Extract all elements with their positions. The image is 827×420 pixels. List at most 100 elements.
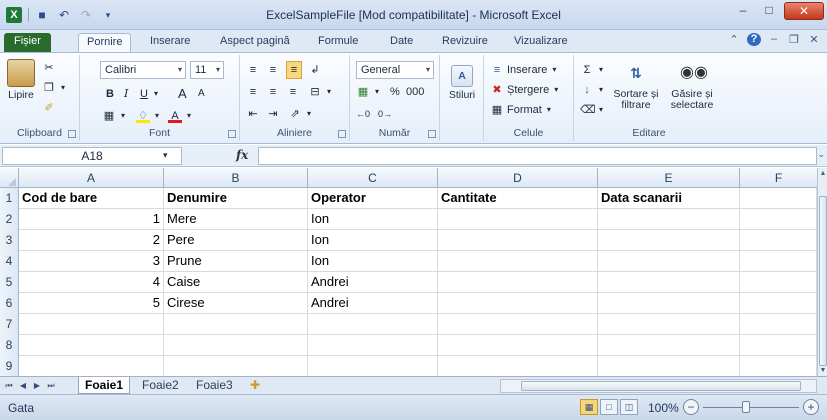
increase-decimal-button[interactable]: ←0	[356, 105, 370, 123]
cell-a5[interactable]: 4	[19, 272, 164, 293]
bold-button[interactable]: B	[106, 85, 114, 103]
sort-filter-button[interactable]: ⇅ Sortare și filtrare	[608, 59, 664, 111]
cell-e7[interactable]	[598, 314, 740, 335]
borders-button[interactable]: ▦ ▾	[102, 107, 127, 125]
dialog-launcher-icon[interactable]	[428, 130, 436, 138]
chevron-down-icon[interactable]: ▾	[163, 147, 168, 163]
workbook-restore-icon[interactable]: ❐	[787, 33, 801, 46]
clear-button[interactable]: ⌫ ▾	[580, 101, 605, 119]
zoom-slider[interactable]	[703, 407, 799, 408]
find-select-button[interactable]: ◉◉ Găsire și selectare	[664, 59, 720, 111]
align-left-button[interactable]: ≡	[246, 83, 260, 101]
cell-a1[interactable]: Cod de bare	[19, 188, 164, 209]
number-format-select[interactable]: General ▾	[356, 61, 434, 79]
prev-sheet-icon[interactable]: ◀	[18, 379, 28, 393]
horizontal-scroll-thumb[interactable]	[521, 381, 801, 391]
scroll-up-icon[interactable]: ▲	[818, 170, 827, 177]
cell-a9[interactable]	[19, 356, 164, 376]
format-cells-button[interactable]: ▦ Format ▾	[490, 101, 553, 119]
dialog-launcher-icon[interactable]	[68, 130, 76, 138]
row-header[interactable]: 8	[0, 335, 19, 356]
font-name-select[interactable]: Calibri ▾	[100, 61, 186, 79]
cell-c2[interactable]: Ion	[308, 209, 438, 230]
tab-formulas[interactable]: Formule	[310, 33, 366, 52]
next-sheet-icon[interactable]: ▶	[32, 379, 42, 393]
dialog-launcher-icon[interactable]	[228, 130, 236, 138]
delete-cells-button[interactable]: ✖ Ștergere ▾	[490, 81, 560, 99]
cell-d8[interactable]	[438, 335, 598, 356]
zoom-level[interactable]: 100%	[648, 401, 679, 415]
cell-c7[interactable]	[308, 314, 438, 335]
cell-b1[interactable]: Denumire	[164, 188, 308, 209]
cell-d3[interactable]	[438, 230, 598, 251]
sheet-tab-foaie1[interactable]: Foaie1	[78, 377, 131, 394]
sheet-tab-foaie2[interactable]: Foaie2	[136, 377, 185, 394]
cell-c8[interactable]	[308, 335, 438, 356]
cell-a3[interactable]: 2	[19, 230, 164, 251]
cell-b3[interactable]: Pere	[164, 230, 308, 251]
normal-view-icon[interactable]: ▦	[580, 399, 598, 415]
cell-d7[interactable]	[438, 314, 598, 335]
cell-a7[interactable]	[19, 314, 164, 335]
sheet-tab-foaie3[interactable]: Foaie3	[190, 377, 239, 394]
cell-d5[interactable]	[438, 272, 598, 293]
column-header-c[interactable]: C	[308, 168, 438, 188]
cell-f6[interactable]	[740, 293, 817, 314]
tab-view[interactable]: Vizualizare	[506, 33, 576, 52]
cell-f9[interactable]	[740, 356, 817, 376]
cell-e6[interactable]	[598, 293, 740, 314]
cell-d9[interactable]	[438, 356, 598, 376]
cell-a2[interactable]: 1	[19, 209, 164, 230]
vertical-scrollbar[interactable]: ▲ ▼	[817, 168, 827, 376]
autosum-button[interactable]: Σ ▾	[580, 61, 605, 79]
row-header[interactable]: 9	[0, 356, 19, 376]
tab-review[interactable]: Revizuire	[434, 33, 496, 52]
select-all-button[interactable]	[0, 168, 19, 188]
column-header-d[interactable]: D	[438, 168, 598, 188]
cell-e1[interactable]: Data scanarii	[598, 188, 740, 209]
minimize-button[interactable]: –	[730, 2, 756, 20]
dialog-launcher-icon[interactable]	[338, 130, 346, 138]
grow-font-button[interactable]: A	[178, 85, 187, 103]
increase-indent-button[interactable]: ⇥	[266, 105, 280, 123]
cell-b8[interactable]	[164, 335, 308, 356]
fill-color-button[interactable]: ♢ ▾	[136, 107, 161, 125]
paste-button[interactable]: Lipire	[4, 59, 38, 101]
font-size-select[interactable]: 11 ▾	[190, 61, 224, 79]
minimize-ribbon-icon[interactable]: ⌃	[727, 33, 741, 46]
cell-f2[interactable]	[740, 209, 817, 230]
tab-home[interactable]: Pornire	[78, 33, 132, 52]
cell-e8[interactable]	[598, 335, 740, 356]
cell-d1[interactable]: Cantitate	[438, 188, 598, 209]
cell-c5[interactable]: Andrei	[308, 272, 438, 293]
page-break-view-icon[interactable]: ◫	[620, 399, 638, 415]
zoom-out-icon[interactable]: −	[683, 399, 699, 415]
cell-f1[interactable]	[740, 188, 817, 209]
cell-f5[interactable]	[740, 272, 817, 293]
cell-e9[interactable]	[598, 356, 740, 376]
tab-insert[interactable]: Inserare	[142, 33, 198, 52]
cell-f8[interactable]	[740, 335, 817, 356]
formula-input[interactable]	[258, 147, 817, 165]
first-sheet-icon[interactable]: ⏮	[4, 379, 14, 393]
row-header[interactable]: 5	[0, 272, 19, 293]
merge-center-button[interactable]: ⊟ ▾	[308, 83, 333, 101]
close-button[interactable]: ✕	[784, 2, 824, 20]
cell-a6[interactable]: 5	[19, 293, 164, 314]
tab-page-layout[interactable]: Aspect pagină	[212, 33, 298, 52]
cell-a4[interactable]: 3	[19, 251, 164, 272]
column-header-a[interactable]: A	[19, 168, 164, 188]
cell-e2[interactable]	[598, 209, 740, 230]
currency-button[interactable]: ▦ ▾	[356, 83, 381, 101]
zoom-in-icon[interactable]: +	[803, 399, 819, 415]
cell-b4[interactable]: Prune	[164, 251, 308, 272]
insert-sheet-icon[interactable]: ✚	[244, 377, 266, 394]
page-layout-view-icon[interactable]: □	[600, 399, 618, 415]
tab-file[interactable]: Fișier	[4, 33, 51, 52]
cut-button[interactable]: ✂	[42, 59, 56, 77]
cell-e3[interactable]	[598, 230, 740, 251]
cell-c4[interactable]: Ion	[308, 251, 438, 272]
align-right-button[interactable]: ≡	[286, 83, 300, 101]
decrease-decimal-button[interactable]: 0→	[378, 105, 392, 123]
format-painter-button[interactable]: ✐	[42, 99, 56, 117]
